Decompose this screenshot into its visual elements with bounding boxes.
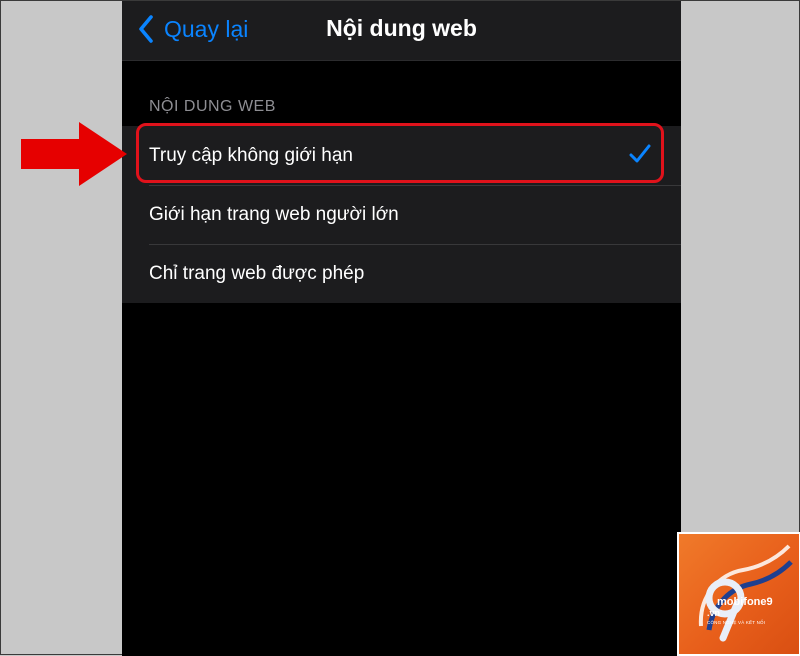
option-allowed-websites-only[interactable]: Chỉ trang web được phép (122, 244, 681, 303)
pointer-arrow-icon (21, 122, 127, 186)
logo-slogan: CÔNG NGHỆ VÀ KẾT NỐI (707, 620, 766, 625)
page-title: Nội dung web (326, 15, 477, 41)
checkmark-icon (629, 144, 651, 163)
section-header: NỘI DUNG WEB (149, 98, 276, 115)
logo-name: mobifone9 (717, 596, 773, 608)
option-label: Truy cập không giới hạn (149, 144, 353, 166)
option-limit-adult-websites[interactable]: Giới hạn trang web người lớn (122, 185, 681, 244)
logo-swoosh-icon (698, 544, 793, 642)
options-list: Truy cập không giới hạn Giới hạn trang w… (122, 126, 681, 303)
option-label: Giới hạn trang web người lớn (149, 203, 399, 225)
option-label: Chỉ trang web được phép (149, 262, 365, 284)
option-unrestricted-access[interactable]: Truy cập không giới hạn (122, 126, 681, 185)
navigation-bar: Quay lại Nội dung web (122, 1, 681, 61)
logo-domain: .vn (707, 608, 721, 618)
settings-screen: Quay lại Nội dung web NỘI DUNG WEB Truy … (122, 1, 681, 656)
mobifone9-logo: mobifone9 .vn CÔNG NGHỆ VÀ KẾT NỐI (677, 532, 800, 656)
